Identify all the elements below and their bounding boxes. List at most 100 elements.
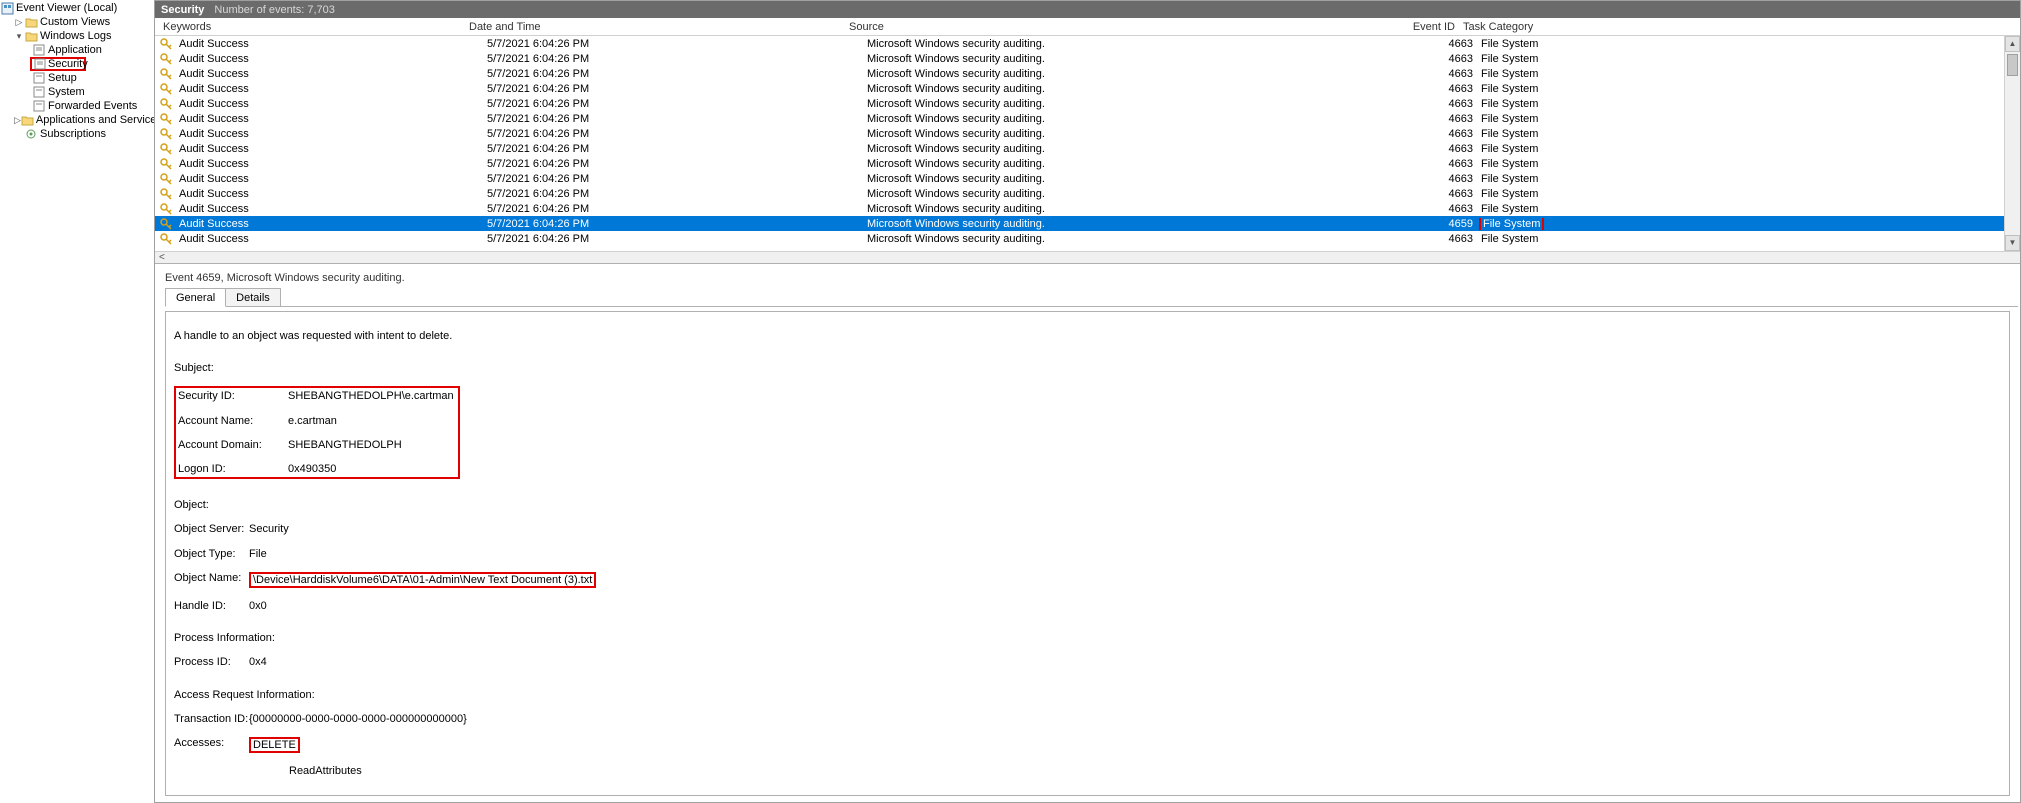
tree-log-system[interactable]: System xyxy=(0,85,154,99)
process-id-key: Process ID: xyxy=(174,656,249,668)
event-row[interactable]: Audit Success5/7/2021 6:04:26 PMMicrosof… xyxy=(155,186,2020,201)
cell-eventid: 4663 xyxy=(1423,143,1477,155)
tree-log-forwarded[interactable]: Forwarded Events xyxy=(0,99,154,113)
cell-date: 5/7/2021 6:04:26 PM xyxy=(483,38,863,50)
cell-date: 5/7/2021 6:04:26 PM xyxy=(483,68,863,80)
key-icon xyxy=(159,127,173,141)
tree-windows-logs[interactable]: ▾ Windows Logs xyxy=(0,29,154,43)
expand-arrow-icon[interactable]: ▷ xyxy=(14,115,21,126)
object-name-key: Object Name: xyxy=(174,572,249,588)
col-source[interactable]: Source xyxy=(845,21,1405,33)
tree-log-application[interactable]: Application xyxy=(0,43,154,57)
transaction-id-val: {00000000-0000-0000-0000-000000000000} xyxy=(249,713,467,725)
event-column-header[interactable]: Keywords Date and Time Source Event ID T… xyxy=(155,18,2020,36)
transaction-id-key: Transaction ID: xyxy=(174,713,249,725)
folder-open-icon xyxy=(24,29,38,43)
event-row[interactable]: Audit Success5/7/2021 6:04:26 PMMicrosof… xyxy=(155,141,2020,156)
col-keywords[interactable]: Keywords xyxy=(159,21,465,33)
tree-label: Application xyxy=(48,44,102,56)
collapse-arrow-icon[interactable]: ▾ xyxy=(14,31,24,42)
tree-log-security[interactable]: Security xyxy=(30,57,86,71)
tab-details[interactable]: Details xyxy=(225,288,281,306)
event-row[interactable]: Audit Success5/7/2021 6:04:26 PMMicrosof… xyxy=(155,51,2020,66)
cell-eventid: 4663 xyxy=(1423,53,1477,65)
col-task[interactable]: Task Category xyxy=(1459,21,1549,33)
log-icon xyxy=(32,43,46,57)
task-highlight: File System xyxy=(1479,218,1544,230)
event-row[interactable]: Audit Success5/7/2021 6:04:26 PMMicrosof… xyxy=(155,156,2020,171)
cell-date: 5/7/2021 6:04:26 PM xyxy=(483,233,863,245)
events-header: Security Number of events: 7,703 xyxy=(155,1,2020,18)
cell-task: File System xyxy=(1477,203,1567,215)
event-row[interactable]: Audit Success5/7/2021 6:04:26 PMMicrosof… xyxy=(155,96,2020,111)
tree-custom-views[interactable]: ▷ Custom Views xyxy=(0,15,154,29)
tree-label: Forwarded Events xyxy=(48,100,137,112)
cell-keywords: Audit Success xyxy=(175,83,483,95)
cell-keywords: Audit Success xyxy=(175,38,483,50)
cell-task: File System xyxy=(1477,98,1567,110)
cell-date: 5/7/2021 6:04:26 PM xyxy=(483,188,863,200)
subject-highlight: Security ID:SHEBANGTHEDOLPH\e.cartman Ac… xyxy=(174,386,460,479)
cell-task: File System xyxy=(1477,83,1567,95)
cell-keywords: Audit Success xyxy=(175,53,483,65)
col-date[interactable]: Date and Time xyxy=(465,21,845,33)
cell-task: File System xyxy=(1477,113,1567,125)
event-row[interactable]: Audit Success5/7/2021 6:04:26 PMMicrosof… xyxy=(155,216,2020,231)
tree-label: Custom Views xyxy=(40,16,110,28)
scroll-thumb[interactable] xyxy=(2007,54,2018,76)
event-row[interactable]: Audit Success5/7/2021 6:04:26 PMMicrosof… xyxy=(155,231,2020,246)
security-id-val: SHEBANGTHEDOLPH\e.cartman xyxy=(288,390,454,402)
cell-task: File System xyxy=(1477,53,1567,65)
event-row[interactable]: Audit Success5/7/2021 6:04:26 PMMicrosof… xyxy=(155,111,2020,126)
access-label: Access Request Information: xyxy=(174,689,2001,701)
expand-arrow-icon[interactable]: ▷ xyxy=(14,17,24,28)
tree-subscriptions[interactable]: Subscriptions xyxy=(0,127,154,141)
event-detail-title: Event 4659, Microsoft Windows security a… xyxy=(157,266,2018,288)
event-row[interactable]: Audit Success5/7/2021 6:04:26 PMMicrosof… xyxy=(155,171,2020,186)
cell-eventid: 4663 xyxy=(1423,203,1477,215)
cell-date: 5/7/2021 6:04:26 PM xyxy=(483,83,863,95)
cell-keywords: Audit Success xyxy=(175,98,483,110)
log-icon xyxy=(34,57,46,71)
horizontal-scrollbar[interactable]: < xyxy=(155,251,2020,263)
event-row[interactable]: Audit Success5/7/2021 6:04:26 PMMicrosof… xyxy=(155,201,2020,216)
tree-log-setup[interactable]: Setup xyxy=(0,71,154,85)
tree-root-event-viewer[interactable]: Event Viewer (Local) xyxy=(0,1,154,15)
handle-id-key: Handle ID: xyxy=(174,600,249,612)
key-icon xyxy=(159,37,173,51)
logon-id-key: Logon ID: xyxy=(178,463,288,475)
event-row[interactable]: Audit Success5/7/2021 6:04:26 PMMicrosof… xyxy=(155,36,2020,51)
cell-task: File System xyxy=(1477,158,1567,170)
detail-summary: A handle to an object was requested with… xyxy=(174,330,452,342)
key-icon xyxy=(159,202,173,216)
cell-source: Microsoft Windows security auditing. xyxy=(863,173,1423,185)
event-row[interactable]: Audit Success5/7/2021 6:04:26 PMMicrosof… xyxy=(155,126,2020,141)
cell-date: 5/7/2021 6:04:26 PM xyxy=(483,53,863,65)
col-eventid[interactable]: Event ID xyxy=(1405,21,1459,33)
tab-general[interactable]: General xyxy=(165,288,226,307)
cell-keywords: Audit Success xyxy=(175,203,483,215)
cell-date: 5/7/2021 6:04:26 PM xyxy=(483,113,863,125)
vertical-scrollbar[interactable]: ▲ ▼ xyxy=(2004,36,2020,251)
key-icon xyxy=(159,187,173,201)
cell-source: Microsoft Windows security auditing. xyxy=(863,38,1423,50)
key-icon xyxy=(159,157,173,171)
object-type-val: File xyxy=(249,548,267,560)
key-icon xyxy=(159,112,173,126)
event-detail-body: A handle to an object was requested with… xyxy=(165,311,2010,796)
cell-task: File System xyxy=(1477,68,1567,80)
cell-keywords: Audit Success xyxy=(175,143,483,155)
main-pane: Security Number of events: 7,703 Keyword… xyxy=(155,0,2021,803)
scroll-up-icon[interactable]: ▲ xyxy=(2005,36,2020,52)
event-row[interactable]: Audit Success5/7/2021 6:04:26 PMMicrosof… xyxy=(155,66,2020,81)
object-server-val: Security xyxy=(249,523,289,535)
security-id-key: Security ID: xyxy=(178,390,288,402)
scroll-down-icon[interactable]: ▼ xyxy=(2005,235,2020,251)
cell-date: 5/7/2021 6:04:26 PM xyxy=(483,218,863,230)
tree-label: Windows Logs xyxy=(40,30,112,42)
tree-apps-services[interactable]: ▷ Applications and Services Lo xyxy=(0,113,154,127)
event-row[interactable]: Audit Success5/7/2021 6:04:26 PMMicrosof… xyxy=(155,81,2020,96)
cell-eventid: 4663 xyxy=(1423,233,1477,245)
tree-label: Security xyxy=(48,58,88,70)
cell-keywords: Audit Success xyxy=(175,233,483,245)
